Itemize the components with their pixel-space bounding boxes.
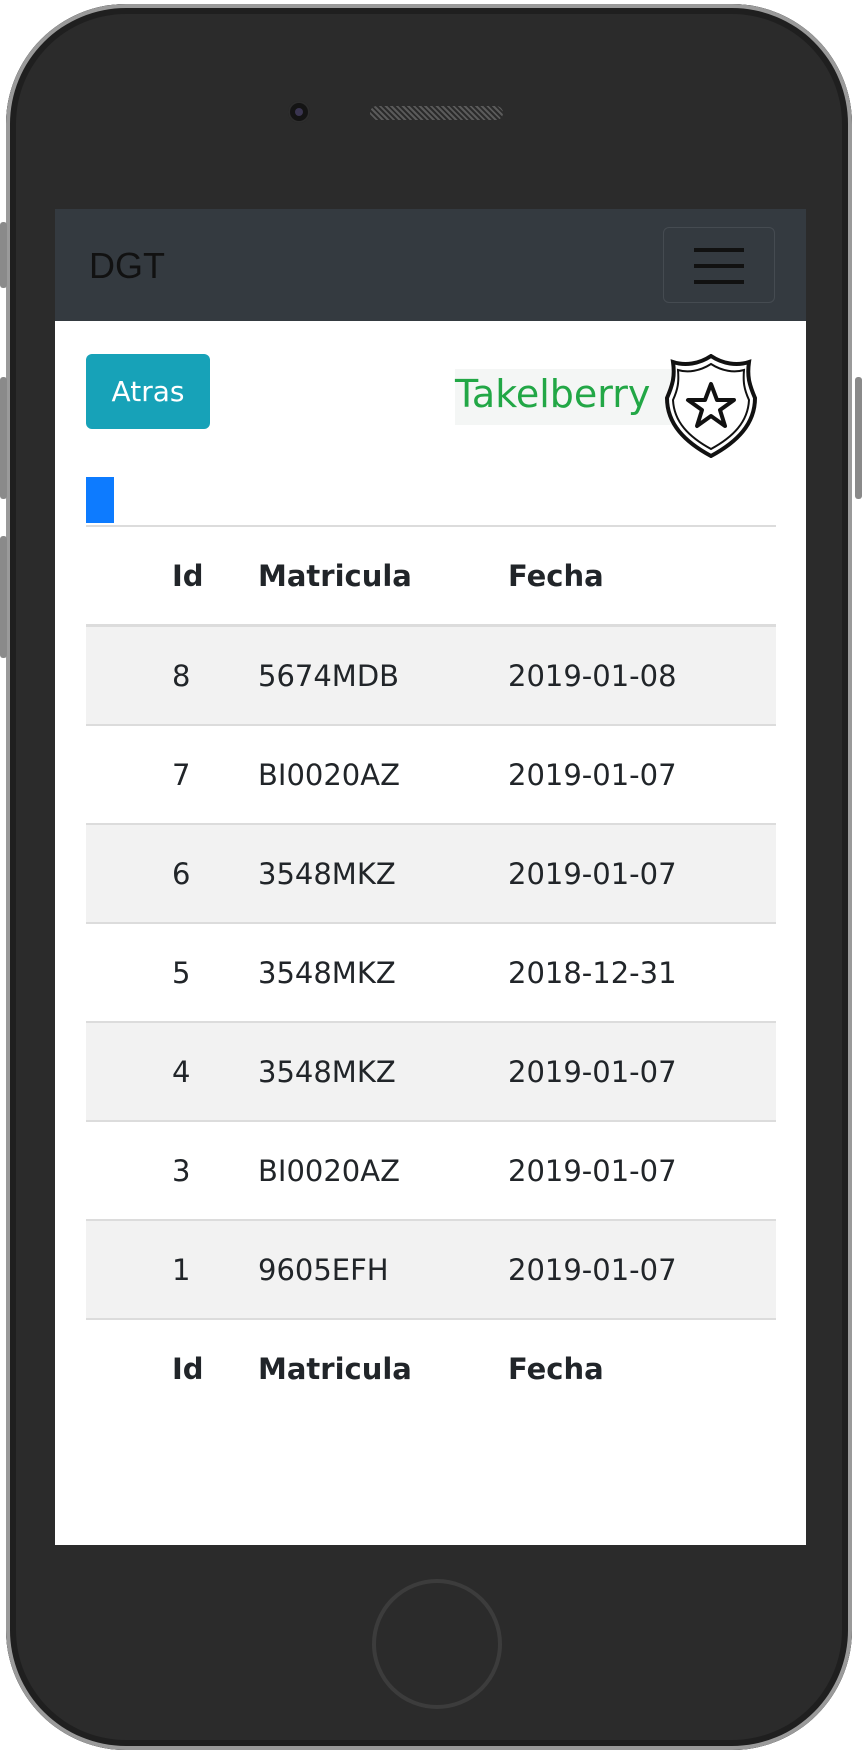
front-camera <box>288 101 310 123</box>
cell-id: 6 <box>86 823 258 923</box>
cell-fecha: 2019-01-07 <box>508 724 776 824</box>
cell-id: 7 <box>86 724 258 824</box>
cell-matricula: BI0020AZ <box>258 1120 508 1220</box>
mute-switch <box>0 222 7 288</box>
footer-matricula: Matricula <box>258 1318 508 1417</box>
police-badge-star-icon <box>664 354 758 458</box>
cell-fecha: 2019-01-08 <box>508 624 776 725</box>
cell-fecha: 2019-01-07 <box>508 1120 776 1220</box>
table-row[interactable]: 3 BI0020AZ 2019-01-07 <box>86 1120 776 1220</box>
earpiece-speaker <box>370 106 503 120</box>
table-row[interactable]: 8 5674MDB 2019-01-08 <box>86 624 776 725</box>
app-screen: DGT Atras Takelberry Id Matricula Fecha <box>55 209 806 1545</box>
cell-matricula: 9605EFH <box>258 1219 508 1319</box>
cell-fecha: 2019-01-07 <box>508 823 776 923</box>
volume-up-button <box>0 377 7 499</box>
table-row[interactable]: 5 3548MKZ 2018-12-31 <box>86 922 776 1022</box>
cell-id: 4 <box>86 1021 258 1121</box>
table-row[interactable]: 7 BI0020AZ 2019-01-07 <box>86 724 776 824</box>
home-button[interactable] <box>372 1579 502 1709</box>
back-button[interactable]: Atras <box>86 354 210 429</box>
table-footer-row: Id Matricula Fecha <box>86 1318 776 1417</box>
table-row[interactable]: 6 3548MKZ 2019-01-07 <box>86 823 776 923</box>
header-matricula[interactable]: Matricula <box>258 525 508 627</box>
table-row[interactable]: 4 3548MKZ 2019-01-07 <box>86 1021 776 1121</box>
cell-fecha: 2018-12-31 <box>508 922 776 1022</box>
power-button <box>855 377 862 499</box>
cell-matricula: 3548MKZ <box>258 922 508 1022</box>
cell-id: 1 <box>86 1219 258 1319</box>
cell-fecha: 2019-01-07 <box>508 1219 776 1319</box>
footer-fecha: Fecha <box>508 1318 776 1417</box>
volume-down-button <box>0 536 7 658</box>
logo-text: Takelberry <box>455 372 651 416</box>
cell-id: 5 <box>86 922 258 1022</box>
records-table: Id Matricula Fecha 8 5674MDB 2019-01-08 … <box>86 525 776 1417</box>
takelberry-logo: Takelberry <box>455 354 797 458</box>
cell-matricula: BI0020AZ <box>258 724 508 824</box>
cell-id: 3 <box>86 1120 258 1220</box>
table-row[interactable]: 1 9605EFH 2019-01-07 <box>86 1219 776 1319</box>
header-id[interactable]: Id <box>86 525 258 627</box>
cell-fecha: 2019-01-07 <box>508 1021 776 1121</box>
cell-id: 8 <box>86 624 258 725</box>
footer-id: Id <box>86 1318 258 1417</box>
cell-matricula: 3548MKZ <box>258 1021 508 1121</box>
header-fecha[interactable]: Fecha <box>508 525 776 627</box>
table-header-row: Id Matricula Fecha <box>86 525 776 627</box>
cell-matricula: 5674MDB <box>258 624 508 725</box>
cell-matricula: 3548MKZ <box>258 823 508 923</box>
navbar: DGT <box>55 209 806 321</box>
navbar-toggler-button[interactable] <box>663 227 775 303</box>
navbar-brand[interactable]: DGT <box>89 245 165 287</box>
blue-indicator <box>86 477 114 523</box>
